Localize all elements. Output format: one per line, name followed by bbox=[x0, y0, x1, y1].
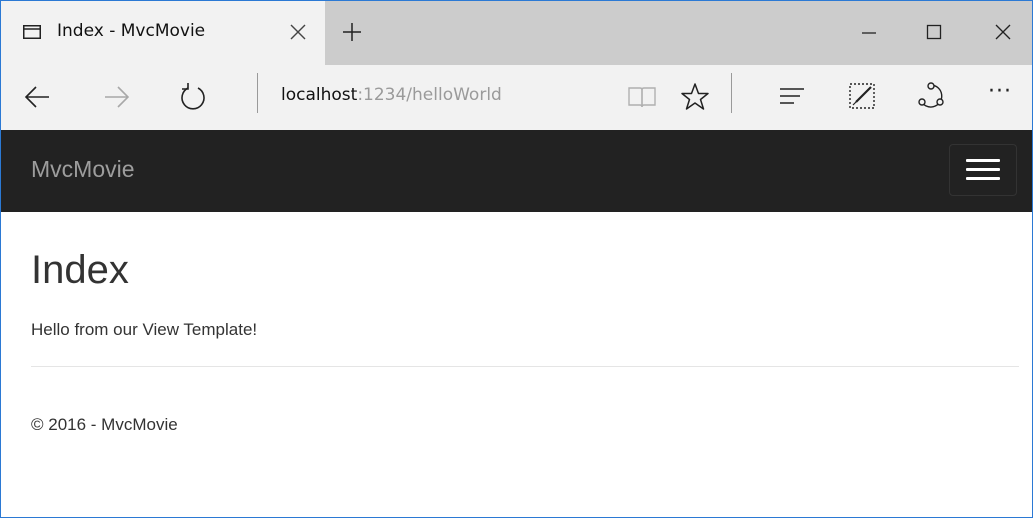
favorite-star-icon[interactable] bbox=[680, 82, 710, 112]
address-bar[interactable]: localhost:1234/helloWorld bbox=[281, 85, 502, 105]
minimize-icon[interactable] bbox=[859, 22, 879, 42]
back-icon[interactable] bbox=[23, 83, 51, 111]
hub-icon[interactable] bbox=[778, 85, 806, 109]
address-divider bbox=[257, 73, 258, 113]
refresh-icon[interactable] bbox=[178, 82, 208, 112]
hamburger-menu-icon[interactable] bbox=[949, 144, 1017, 196]
title-bar: Index - MvcMovie bbox=[1, 1, 1032, 65]
share-icon[interactable] bbox=[916, 81, 946, 111]
site-navbar: MvcMovie bbox=[1, 130, 1032, 212]
browser-window: Index - MvcMovie localhost:1234/helloWor… bbox=[0, 0, 1033, 518]
toolbar-divider bbox=[731, 73, 732, 113]
forward-icon[interactable] bbox=[103, 83, 131, 111]
address-toolbar: localhost:1234/helloWorld ··· bbox=[1, 65, 1032, 130]
page-title: Index bbox=[31, 248, 129, 292]
more-icon[interactable]: ··· bbox=[988, 79, 1012, 104]
maximize-icon[interactable] bbox=[924, 22, 944, 42]
reading-view-icon[interactable] bbox=[627, 85, 657, 109]
tab-title: Index - MvcMovie bbox=[57, 21, 206, 41]
page-message: Hello from our View Template! bbox=[31, 320, 258, 339]
browser-tab[interactable]: Index - MvcMovie bbox=[1, 1, 325, 65]
new-tab-plus-icon[interactable] bbox=[341, 21, 363, 43]
hamburger-bar bbox=[966, 159, 1000, 162]
hamburger-bar bbox=[966, 168, 1000, 171]
tab-page-icon bbox=[23, 25, 41, 39]
window-close-icon[interactable] bbox=[993, 22, 1013, 42]
url-host: localhost bbox=[281, 85, 358, 105]
hamburger-bar bbox=[966, 177, 1000, 180]
tab-close-icon[interactable] bbox=[289, 23, 307, 41]
brand-link[interactable]: MvcMovie bbox=[31, 156, 135, 183]
url-path: :1234/helloWorld bbox=[357, 85, 502, 105]
page-footer: © 2016 - MvcMovie bbox=[31, 415, 178, 434]
web-note-icon[interactable] bbox=[847, 81, 877, 111]
content-divider bbox=[31, 366, 1019, 367]
